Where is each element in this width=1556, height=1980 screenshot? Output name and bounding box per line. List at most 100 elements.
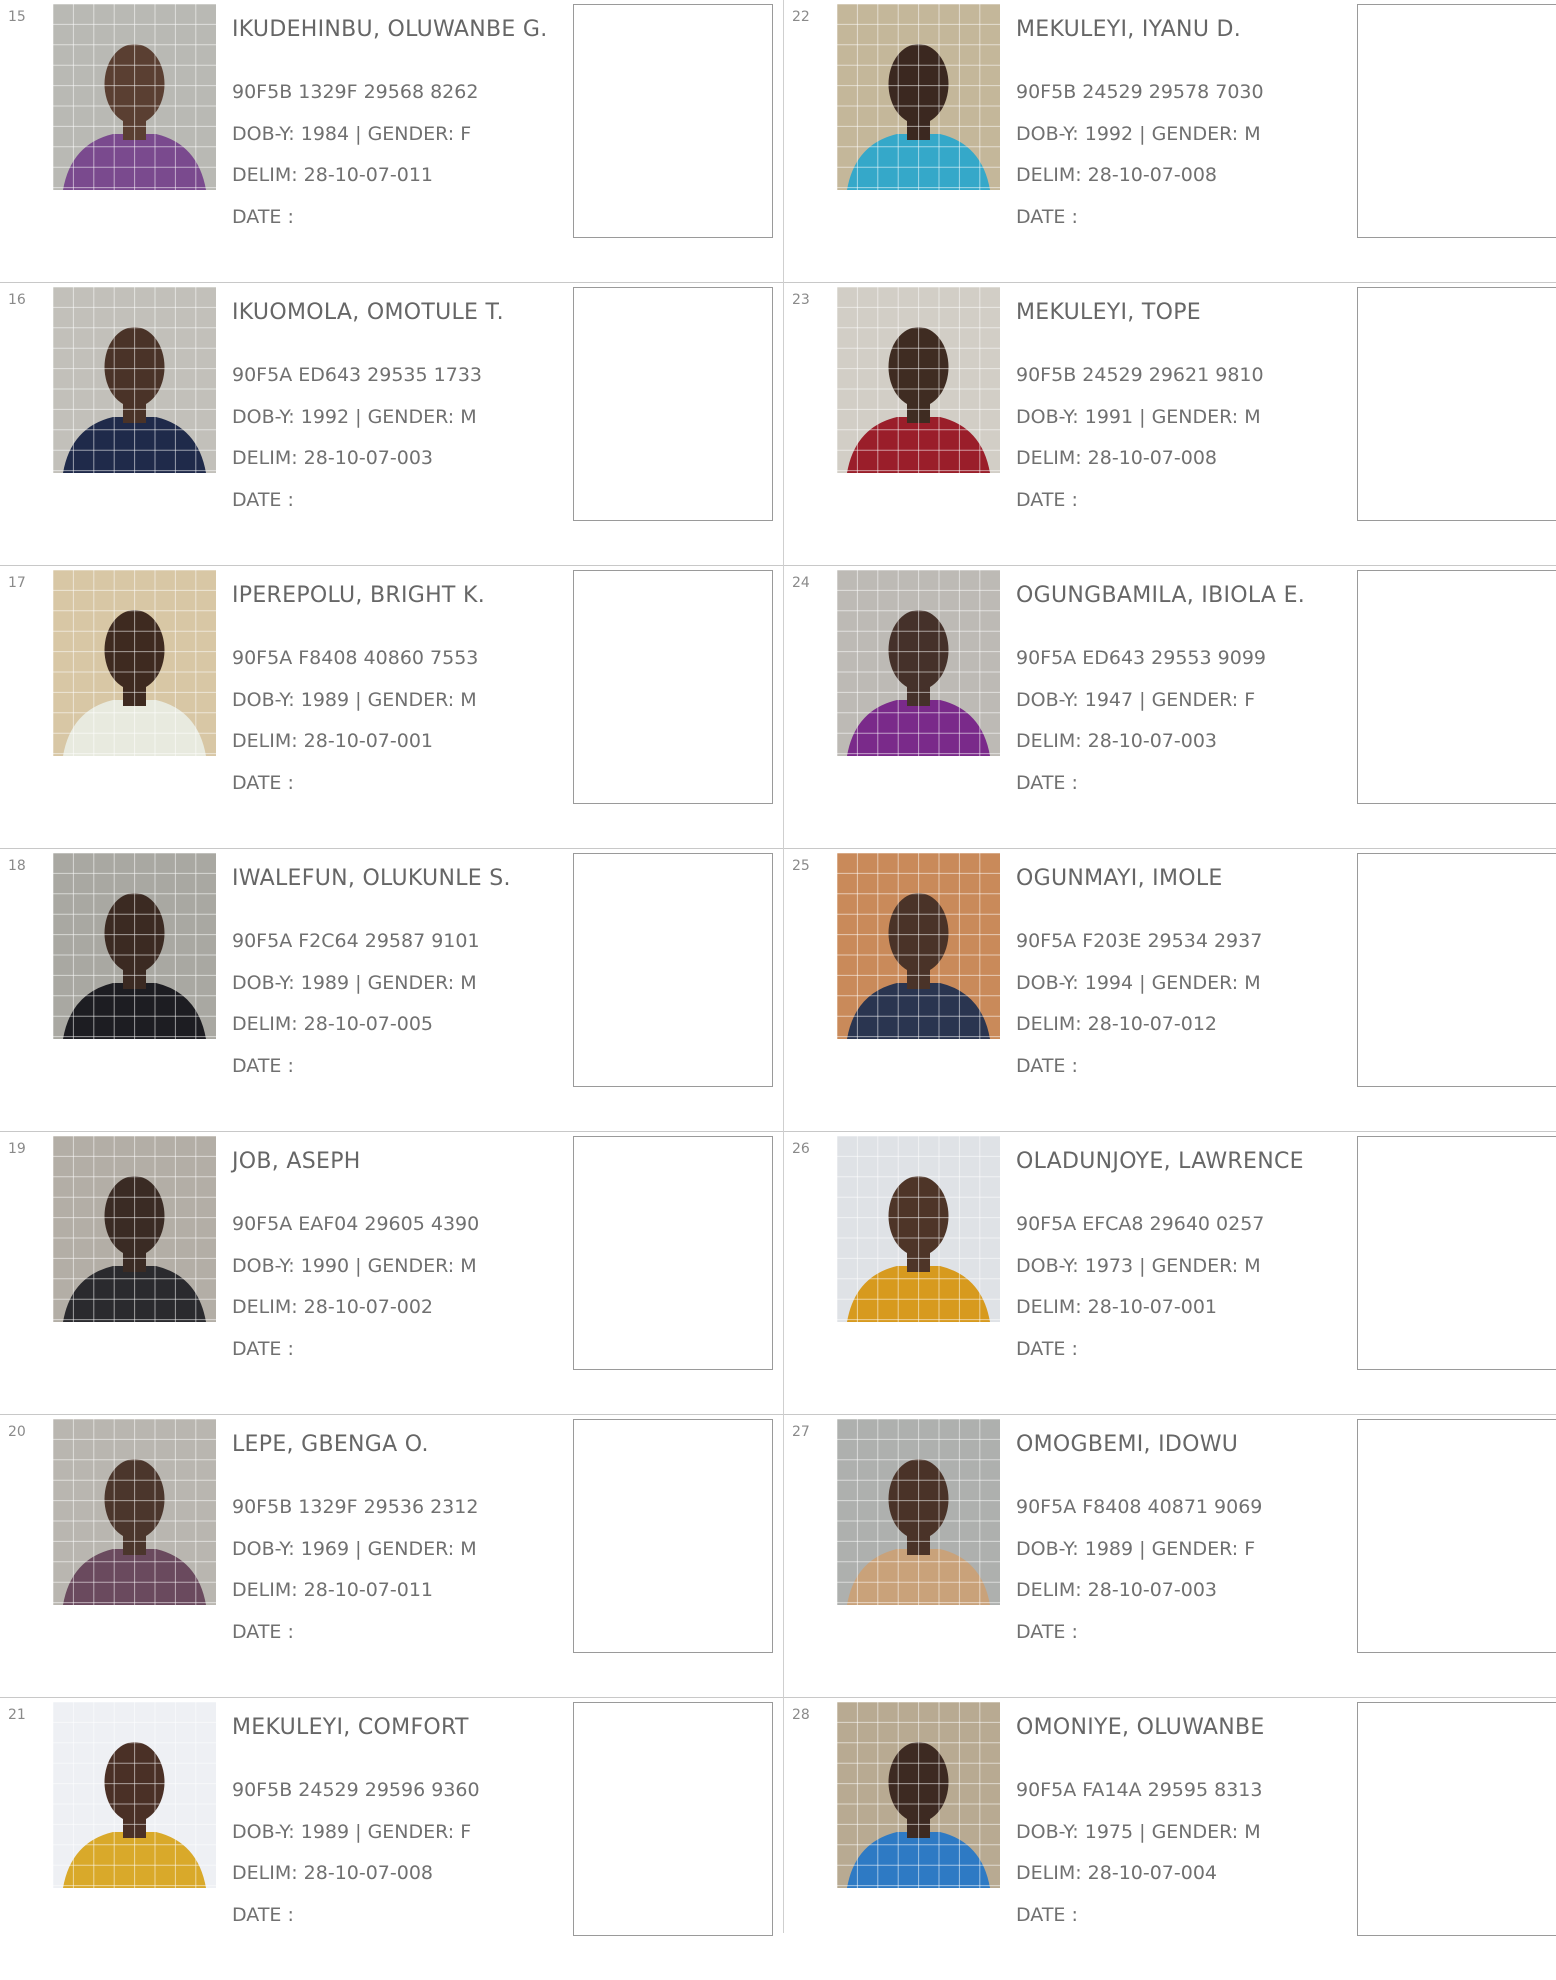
- delim-code: DELIM: 28-10-07-001: [1016, 1296, 1218, 1318]
- voter-name: OGUNGBAMILA, IBIOLA E.: [1016, 583, 1306, 608]
- voter-entry: 16 IKUOMOLA, OMOTULE T. 90F5A ED643 2953…: [0, 283, 783, 566]
- entry-number: 28: [792, 1707, 810, 1723]
- dob-gender: DOB-Y: 1989 | GENDER: F: [232, 1821, 472, 1843]
- voter-photo: [837, 853, 1000, 1039]
- signature-box: [1357, 1136, 1556, 1370]
- delim-code: DELIM: 28-10-07-011: [232, 164, 434, 186]
- dob-gender: DOB-Y: 1989 | GENDER: M: [232, 972, 477, 994]
- date-label: DATE :: [232, 1055, 294, 1077]
- dob-gender: DOB-Y: 1989 | GENDER: F: [1016, 1538, 1256, 1560]
- voter-name: IKUDEHINBU, OLUWANBE G.: [232, 17, 548, 42]
- entry-number: 18: [8, 858, 26, 874]
- voter-name: IPEREPOLU, BRIGHT K.: [232, 583, 485, 608]
- left-column: 15 IKUDEHINBU, OLUWANBE G. 90F5B 1329F 2…: [0, 0, 784, 1936]
- delim-code: DELIM: 28-10-07-012: [1016, 1013, 1218, 1035]
- voter-photo: [837, 1419, 1000, 1605]
- voter-name: MEKULEYI, IYANU D.: [1016, 17, 1242, 42]
- entry-number: 17: [8, 575, 26, 591]
- signature-box: [1357, 287, 1556, 521]
- signature-box: [1357, 1702, 1556, 1936]
- voter-name: IKUOMOLA, OMOTULE T.: [232, 300, 504, 325]
- voter-name: JOB, ASEPH: [232, 1149, 361, 1174]
- dob-gender: DOB-Y: 1992 | GENDER: M: [1016, 123, 1261, 145]
- voter-name: MEKULEYI, TOPE: [1016, 300, 1202, 325]
- voter-photo: [53, 287, 216, 473]
- date-label: DATE :: [1016, 206, 1078, 228]
- delim-code: DELIM: 28-10-07-005: [232, 1013, 434, 1035]
- voter-entry: 17 IPEREPOLU, BRIGHT K. 90F5A F8408 4086…: [0, 566, 783, 849]
- voter-id-code: 90F5A EAF04 29605 4390: [232, 1213, 480, 1235]
- signature-box: [1357, 4, 1556, 238]
- entry-number: 25: [792, 858, 810, 874]
- delim-code: DELIM: 28-10-07-001: [232, 730, 434, 752]
- voter-entry: 19 JOB, ASEPH 90F5A EAF04 29605 4390 DOB…: [0, 1132, 783, 1415]
- date-label: DATE :: [1016, 1338, 1078, 1360]
- dob-gender: DOB-Y: 1994 | GENDER: M: [1016, 972, 1261, 994]
- voter-entry: 28 OMONIYE, OLUWANBE 90F5A FA14A 29595 8…: [784, 1698, 1556, 1980]
- voter-id-code: 90F5B 1329F 29568 8262: [232, 81, 479, 103]
- delim-code: DELIM: 28-10-07-003: [1016, 1579, 1218, 1601]
- signature-box: [1357, 1419, 1556, 1653]
- entry-number: 15: [8, 9, 26, 25]
- entry-number: 27: [792, 1424, 810, 1440]
- voter-id-code: 90F5B 24529 29596 9360: [232, 1779, 480, 1801]
- delim-code: DELIM: 28-10-07-002: [232, 1296, 434, 1318]
- voter-name: OGUNMAYI, IMOLE: [1016, 866, 1223, 891]
- voter-id-code: 90F5A ED643 29535 1733: [232, 364, 483, 386]
- dob-gender: DOB-Y: 1969 | GENDER: M: [232, 1538, 477, 1560]
- date-label: DATE :: [1016, 489, 1078, 511]
- entry-number: 21: [8, 1707, 26, 1723]
- voter-name: LEPE, GBENGA O.: [232, 1432, 429, 1457]
- voter-entry: 23 MEKULEYI, TOPE 90F5B 24529 29621 9810…: [784, 283, 1556, 566]
- entry-number: 22: [792, 9, 810, 25]
- date-label: DATE :: [232, 1904, 294, 1926]
- signature-box: [573, 287, 773, 521]
- delim-code: DELIM: 28-10-07-008: [1016, 164, 1218, 186]
- signature-box: [573, 1419, 773, 1653]
- voter-photo: [837, 1702, 1000, 1888]
- voter-entry: 18 IWALEFUN, OLUKUNLE S. 90F5A F2C64 295…: [0, 849, 783, 1132]
- date-label: DATE :: [1016, 772, 1078, 794]
- voter-entry: 22 MEKULEYI, IYANU D. 90F5B 24529 29578 …: [784, 0, 1556, 283]
- voter-entry: 21 MEKULEYI, COMFORT 90F5B 24529 29596 9…: [0, 1698, 783, 1980]
- voter-photo: [837, 1136, 1000, 1322]
- entry-number: 26: [792, 1141, 810, 1157]
- dob-gender: DOB-Y: 1991 | GENDER: M: [1016, 406, 1261, 428]
- voter-name: MEKULEYI, COMFORT: [232, 1715, 469, 1740]
- right-column: 22 MEKULEYI, IYANU D. 90F5B 24529 29578 …: [784, 0, 1556, 1936]
- voter-photo: [837, 4, 1000, 190]
- date-label: DATE :: [1016, 1055, 1078, 1077]
- date-label: DATE :: [232, 489, 294, 511]
- voter-entry: 25 OGUNMAYI, IMOLE 90F5A F203E 29534 293…: [784, 849, 1556, 1132]
- dob-gender: DOB-Y: 1947 | GENDER: F: [1016, 689, 1256, 711]
- dob-gender: DOB-Y: 1973 | GENDER: M: [1016, 1255, 1261, 1277]
- voter-photo: [53, 570, 216, 756]
- voter-photo: [53, 1419, 216, 1605]
- entry-number: 19: [8, 1141, 26, 1157]
- voter-id-code: 90F5A FA14A 29595 8313: [1016, 1779, 1263, 1801]
- signature-box: [573, 4, 773, 238]
- dob-gender: DOB-Y: 1989 | GENDER: M: [232, 689, 477, 711]
- voter-entry: 26 OLADUNJOYE, LAWRENCE 90F5A EFCA8 2964…: [784, 1132, 1556, 1415]
- voter-entry: 27 OMOGBEMI, IDOWU 90F5A F8408 40871 906…: [784, 1415, 1556, 1698]
- signature-box: [1357, 853, 1556, 1087]
- voter-name: IWALEFUN, OLUKUNLE S.: [232, 866, 511, 891]
- voter-id-code: 90F5A F8408 40860 7553: [232, 647, 479, 669]
- dob-gender: DOB-Y: 1992 | GENDER: M: [232, 406, 477, 428]
- date-label: DATE :: [232, 772, 294, 794]
- voter-name: OLADUNJOYE, LAWRENCE: [1016, 1149, 1304, 1174]
- voter-entry: 24 OGUNGBAMILA, IBIOLA E. 90F5A ED643 29…: [784, 566, 1556, 849]
- entry-number: 16: [8, 292, 26, 308]
- dob-gender: DOB-Y: 1975 | GENDER: M: [1016, 1821, 1261, 1843]
- delim-code: DELIM: 28-10-07-003: [232, 447, 434, 469]
- voter-photo: [53, 853, 216, 1039]
- voter-photo: [837, 287, 1000, 473]
- voter-id-code: 90F5A EFCA8 29640 0257: [1016, 1213, 1265, 1235]
- voter-photo: [53, 1136, 216, 1322]
- delim-code: DELIM: 28-10-07-011: [232, 1579, 434, 1601]
- signature-box: [573, 853, 773, 1087]
- delim-code: DELIM: 28-10-07-008: [232, 1862, 434, 1884]
- entry-number: 23: [792, 292, 810, 308]
- date-label: DATE :: [1016, 1904, 1078, 1926]
- voter-photo: [53, 4, 216, 190]
